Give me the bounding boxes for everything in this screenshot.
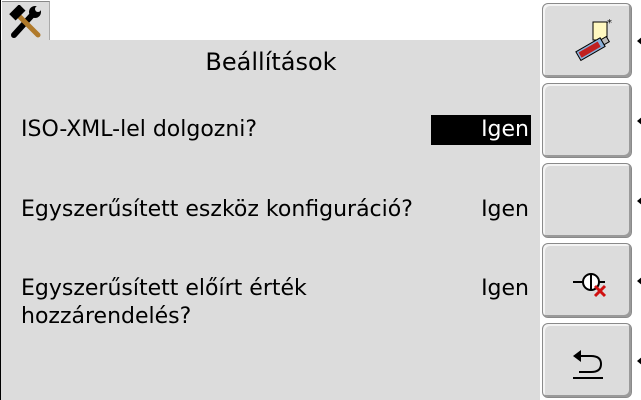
setting-label-iso-xml: ISO-XML-lel dolgozni? [21,117,258,142]
softkey-arrow-3 [637,196,641,206]
softkey-arrow-2 [637,116,641,126]
softkey-new-document-usb[interactable]: * [542,3,641,78]
setting-value-iso-xml[interactable]: Igen [431,115,531,145]
softkey-arrow-5 [637,356,641,366]
softkey-return[interactable] [542,323,641,398]
softkey-empty-3[interactable] [542,163,641,238]
softkey-empty-2[interactable] [542,83,641,158]
softkey-arrow-4 [637,276,641,286]
svg-text:*: * [607,18,612,29]
app-icon-tab[interactable] [2,1,50,41]
setting-value-simplified-target[interactable]: Igen [431,274,531,304]
setting-label-simplified-config: Egyszerűsített eszköz konfiguráció? [21,197,413,222]
settings-content: Beállítások ISO-XML-lel dolgozni? Igen E… [1,40,541,400]
softkey-arrow-1 [637,36,641,46]
softkey-no-flow-cancel[interactable] [542,243,641,318]
page-title: Beállítások [205,48,337,76]
setting-value-simplified-config[interactable]: Igen [431,195,531,225]
setting-label-simplified-target-line2: hozzárendelés? [21,304,192,329]
tools-icon [9,5,41,38]
return-arrow-icon [573,350,603,379]
no-flow-cancel-icon [573,273,607,298]
settings-panel: Beállítások ISO-XML-lel dolgozni? Igen E… [0,0,541,400]
setting-label-simplified-target-line1: Egyszerűsített előírt érték [21,276,307,301]
terminal-screen: Beállítások ISO-XML-lel dolgozni? Igen E… [0,0,641,400]
top-bar [1,0,541,40]
new-document-usb-icon: * [575,18,612,62]
softkey-column: * [540,0,641,400]
